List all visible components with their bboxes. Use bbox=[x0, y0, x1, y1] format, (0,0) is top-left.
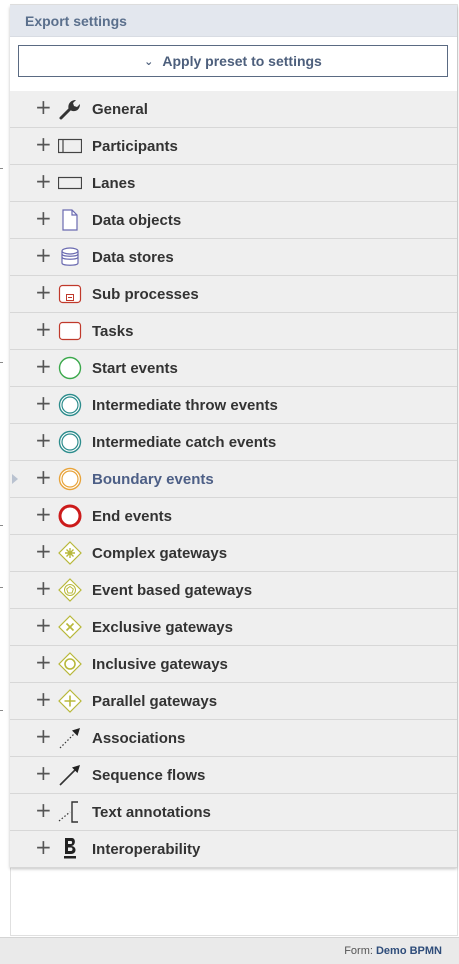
expand-icon[interactable]: + bbox=[35, 171, 52, 191]
selection-marker-icon bbox=[12, 474, 18, 484]
panel-title: Export settings bbox=[10, 5, 457, 37]
settings-row-participants[interactable]: + Participants bbox=[10, 128, 457, 165]
expand-icon[interactable]: + bbox=[35, 430, 52, 450]
intermediate-catch-event-icon bbox=[58, 430, 82, 454]
settings-row-label: Event based gateways bbox=[92, 582, 253, 599]
data-store-icon bbox=[58, 245, 82, 269]
sub-process-icon bbox=[58, 282, 82, 306]
status-footer: Form: Demo BPMN bbox=[0, 937, 459, 964]
settings-row-interoperability[interactable]: + Interoperability bbox=[10, 831, 457, 868]
settings-row-start-events[interactable]: + Start events bbox=[10, 350, 457, 387]
settings-row-event-based-gateways[interactable]: + Event based gateways bbox=[10, 572, 457, 609]
settings-row-inclusive-gateways[interactable]: + Inclusive gateways bbox=[10, 646, 457, 683]
event-based-gateway-icon bbox=[58, 578, 82, 602]
end-event-icon bbox=[58, 504, 82, 528]
expand-icon[interactable]: + bbox=[35, 356, 52, 376]
settings-row-label: Data objects bbox=[92, 212, 182, 229]
apply-preset-button[interactable]: ⌄ Apply preset to settings bbox=[18, 45, 448, 77]
wrench-icon bbox=[58, 97, 82, 121]
expand-icon[interactable]: + bbox=[35, 652, 52, 672]
settings-list: + General + Participants + Lanes + Data … bbox=[10, 91, 457, 868]
settings-row-label: Intermediate throw events bbox=[92, 397, 278, 414]
settings-row-label: Complex gateways bbox=[92, 545, 228, 562]
expand-icon[interactable]: + bbox=[35, 467, 52, 487]
expand-icon[interactable]: + bbox=[35, 319, 52, 339]
form-label: Form: bbox=[344, 945, 373, 957]
parallel-gateway-icon bbox=[58, 689, 82, 713]
settings-row-label: Boundary events bbox=[92, 471, 214, 488]
association-icon bbox=[58, 726, 82, 750]
settings-row-label: Participants bbox=[92, 138, 178, 155]
settings-row-tasks[interactable]: + Tasks bbox=[10, 313, 457, 350]
expand-icon[interactable]: + bbox=[35, 245, 52, 265]
expand-icon[interactable]: + bbox=[35, 800, 52, 820]
expand-icon[interactable]: + bbox=[35, 689, 52, 709]
expand-icon[interactable]: + bbox=[35, 763, 52, 783]
expand-icon[interactable]: + bbox=[35, 578, 52, 598]
data-object-icon bbox=[58, 208, 82, 232]
form-name: Demo BPMN bbox=[375, 945, 442, 957]
expand-icon[interactable]: + bbox=[35, 134, 52, 154]
settings-row-intermediate-catch-events[interactable]: + Intermediate catch events bbox=[10, 424, 457, 461]
expand-icon[interactable]: + bbox=[35, 726, 52, 746]
settings-row-label: End events bbox=[92, 508, 173, 525]
exclusive-gateway-icon bbox=[58, 615, 82, 639]
complex-gateway-icon bbox=[58, 541, 82, 565]
settings-row-label: Exclusive gateways bbox=[92, 619, 233, 636]
apply-preset-label: Apply preset to settings bbox=[162, 53, 322, 69]
sequence-flow-icon bbox=[58, 763, 82, 787]
settings-row-label: Interoperability bbox=[92, 841, 201, 858]
expand-icon[interactable]: + bbox=[35, 282, 52, 302]
settings-row-label: Inclusive gateways bbox=[92, 656, 228, 673]
expand-icon[interactable]: + bbox=[35, 504, 52, 524]
settings-row-parallel-gateways[interactable]: + Parallel gateways bbox=[10, 683, 457, 720]
settings-row-label: Parallel gateways bbox=[92, 693, 218, 710]
settings-row-label: Start events bbox=[92, 360, 178, 377]
settings-row-label: Sub processes bbox=[92, 286, 199, 303]
start-event-icon bbox=[58, 356, 82, 380]
task-icon bbox=[58, 319, 82, 343]
chevron-down-icon: ⌄ bbox=[144, 55, 154, 68]
lane-icon bbox=[58, 171, 82, 195]
export-settings-panel: Export settings ⌄ Apply preset to settin… bbox=[10, 5, 457, 868]
settings-row-general[interactable]: + General bbox=[10, 91, 457, 128]
expand-icon[interactable]: + bbox=[35, 393, 52, 413]
settings-row-sub-processes[interactable]: + Sub processes bbox=[10, 276, 457, 313]
settings-row-label: Text annotations bbox=[92, 804, 211, 821]
expand-icon[interactable]: + bbox=[35, 97, 52, 117]
expand-icon[interactable]: + bbox=[35, 208, 52, 228]
settings-row-exclusive-gateways[interactable]: + Exclusive gateways bbox=[10, 609, 457, 646]
expand-icon[interactable]: + bbox=[35, 615, 52, 635]
boundary-event-icon bbox=[58, 467, 82, 491]
settings-row-label: Data stores bbox=[92, 249, 174, 266]
settings-row-data-objects[interactable]: + Data objects bbox=[10, 202, 457, 239]
settings-row-label: Associations bbox=[92, 730, 186, 747]
expand-icon[interactable]: + bbox=[35, 837, 52, 857]
settings-row-intermediate-throw-events[interactable]: + Intermediate throw events bbox=[10, 387, 457, 424]
settings-row-label: Intermediate catch events bbox=[92, 434, 277, 451]
settings-row-data-stores[interactable]: + Data stores bbox=[10, 239, 457, 276]
expand-icon[interactable]: + bbox=[35, 541, 52, 561]
settings-row-label: Sequence flows bbox=[92, 767, 206, 784]
interoperability-icon bbox=[58, 837, 82, 861]
settings-row-boundary-events[interactable]: + Boundary events bbox=[10, 461, 457, 498]
intermediate-throw-event-icon bbox=[58, 393, 82, 417]
inclusive-gateway-icon bbox=[58, 652, 82, 676]
settings-row-label: General bbox=[92, 101, 148, 118]
settings-row-label: Lanes bbox=[92, 175, 136, 192]
settings-row-label: Tasks bbox=[92, 323, 134, 340]
settings-row-text-annotations[interactable]: + Text annotations bbox=[10, 794, 457, 831]
settings-row-end-events[interactable]: + End events bbox=[10, 498, 457, 535]
settings-row-complex-gateways[interactable]: + Complex gateways bbox=[10, 535, 457, 572]
settings-row-associations[interactable]: + Associations bbox=[10, 720, 457, 757]
settings-row-sequence-flows[interactable]: + Sequence flows bbox=[10, 757, 457, 794]
text-annotation-icon bbox=[58, 800, 82, 824]
participant-pool-icon bbox=[58, 134, 82, 158]
settings-row-lanes[interactable]: + Lanes bbox=[10, 165, 457, 202]
